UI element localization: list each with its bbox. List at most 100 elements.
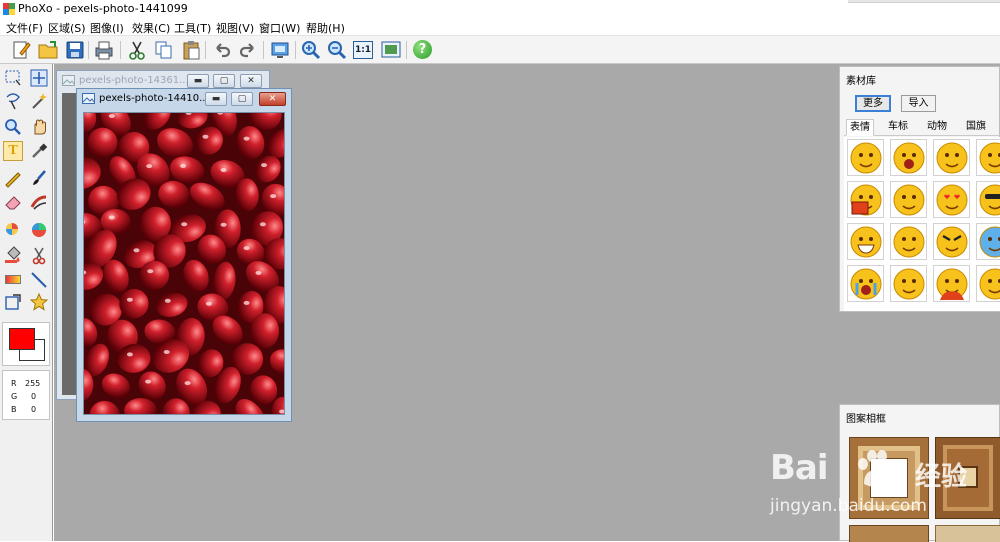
tab-animals[interactable]: 动物 [924, 119, 950, 136]
text-tool-icon[interactable]: T [3, 141, 23, 161]
shape-star-icon[interactable] [29, 292, 49, 312]
emoji-sick-icon[interactable] [976, 139, 1000, 176]
tab-flags[interactable]: 国旗 [963, 119, 989, 136]
lasso-icon[interactable] [3, 91, 23, 111]
main-toolbar: 1:1 ? [0, 36, 1000, 64]
material-library-panel: 素材库 更多 导入 表情 车标 动物 国旗 [839, 66, 1000, 312]
emoji-annoyed-icon[interactable] [890, 265, 927, 302]
emoji-grid [844, 137, 1000, 311]
new-file-icon[interactable] [10, 39, 32, 61]
emoji-fire-icon[interactable] [933, 265, 970, 302]
menu-tools[interactable]: 工具(T) [174, 20, 211, 36]
emoji-tears-icon[interactable] [847, 265, 884, 302]
minimize-button[interactable]: ▬ [205, 92, 227, 106]
emoji-sleepy-icon[interactable] [933, 139, 970, 176]
title-bar: PhoXo - pexels-photo-1441099 [0, 0, 1000, 18]
emoji-grin-icon[interactable] [847, 223, 884, 260]
eyedropper-icon[interactable] [29, 141, 49, 161]
import-button[interactable]: 导入 [901, 95, 936, 112]
undo-icon[interactable] [211, 39, 233, 61]
print-icon[interactable] [93, 39, 115, 61]
zoom-tool-icon[interactable] [3, 117, 23, 137]
save-icon[interactable] [64, 39, 86, 61]
watermark-brand-cn: 经验 [915, 456, 967, 493]
redo-icon[interactable] [237, 39, 259, 61]
maximize-button[interactable]: ▢ [231, 92, 253, 106]
zoom-out-icon[interactable] [326, 39, 348, 61]
tab-emoji[interactable]: 表情 [846, 119, 874, 136]
move-icon[interactable] [29, 68, 49, 88]
menu-window[interactable]: 窗口(W) [259, 20, 300, 36]
clone-stamp-icon[interactable] [3, 220, 23, 240]
actual-size-icon[interactable]: 1:1 [353, 41, 373, 59]
more-button[interactable]: 更多 [855, 95, 891, 112]
emoji-angry-icon[interactable] [933, 223, 970, 260]
rgb-g-label: G [11, 392, 17, 401]
toolbar-separator [295, 41, 296, 59]
color-swatches [2, 322, 50, 366]
menu-view[interactable]: 视图(V) [216, 20, 254, 36]
window-title: pexels-photo-14410... [99, 93, 209, 104]
window-caption[interactable]: pexels-photo-14410... ▬ ▢ ✕ [77, 89, 291, 109]
emoji-confused-icon[interactable] [890, 181, 927, 218]
scissors-icon[interactable] [29, 245, 49, 265]
help-icon[interactable]: ? [413, 40, 432, 59]
minimize-button[interactable]: ▬ [187, 74, 209, 88]
menu-effect[interactable]: 效果(C) [132, 20, 170, 36]
emoji-cold-icon[interactable] [976, 223, 1000, 260]
gradient-icon[interactable] [3, 270, 23, 290]
close-button[interactable]: ✕ [259, 92, 286, 106]
menu-image[interactable]: 图像(I) [90, 20, 124, 36]
pomegranate-photo[interactable] [83, 112, 285, 415]
tab-car-logos[interactable]: 车标 [885, 119, 911, 136]
zoom-in-icon[interactable] [300, 39, 322, 61]
smudge-icon[interactable] [29, 192, 49, 212]
baidu-watermark: Bai 经验 jingyan.baidu.com [770, 448, 1000, 538]
close-button[interactable]: ✕ [240, 74, 262, 88]
line-icon[interactable] [29, 270, 49, 290]
material-tabs: 表情 车标 动物 国旗 [844, 118, 1000, 136]
emoji-shouting-icon[interactable] [890, 139, 927, 176]
window-title: pexels-photo-14361... [79, 75, 189, 86]
panel-title: 图案相框 [846, 410, 886, 425]
watermark-brand: Bai [770, 448, 828, 488]
copy-icon[interactable] [153, 39, 175, 61]
screen-capture-icon[interactable] [269, 39, 291, 61]
transform-icon[interactable] [3, 292, 23, 312]
rgb-r-value: 255 [25, 379, 40, 388]
paste-icon[interactable] [180, 39, 202, 61]
emoji-reading-icon[interactable] [847, 181, 884, 218]
emoji-crying-icon[interactable] [847, 139, 884, 176]
cut-icon[interactable] [126, 39, 148, 61]
menu-region[interactable]: 区域(S) [48, 20, 86, 36]
toolbar-separator [263, 41, 264, 59]
rect-select-icon[interactable] [3, 68, 23, 88]
menu-file[interactable]: 文件(F) [6, 20, 43, 36]
toolbox: T R 255 G 0 B 0 [0, 64, 53, 541]
maximize-button[interactable]: ▢ [213, 74, 235, 88]
eraser-icon[interactable] [3, 192, 23, 212]
emoji-love-icon[interactable] [933, 181, 970, 218]
emoji-cool-icon[interactable] [976, 181, 1000, 218]
paint-bucket-icon[interactable] [3, 245, 23, 265]
image-window-front[interactable]: pexels-photo-14410... ▬ ▢ ✕ [76, 88, 292, 422]
open-folder-icon[interactable] [37, 39, 59, 61]
menu-bar: 文件(F) 区域(S) 图像(I) 效果(C) 工具(T) 视图(V) 窗口(W… [0, 18, 1000, 36]
rgb-r-label: R [11, 379, 17, 388]
image-icon [62, 75, 75, 86]
magic-wand-icon[interactable] [29, 91, 49, 111]
emoji-smirk-icon[interactable] [890, 223, 927, 260]
photo-canvas [84, 113, 285, 415]
watermark-url: jingyan.baidu.com [770, 496, 927, 516]
hand-icon[interactable] [29, 117, 49, 137]
foreground-color-swatch[interactable] [9, 328, 35, 350]
brush-icon[interactable] [29, 168, 49, 188]
color-replace-icon[interactable] [29, 220, 49, 240]
title-bar-edge [848, 0, 1000, 3]
pencil-icon[interactable] [3, 168, 23, 188]
toolbar-separator [120, 41, 121, 59]
emoji-dizzy-icon[interactable] [976, 265, 1000, 302]
toolbar-separator [88, 41, 89, 59]
fit-window-icon[interactable] [380, 39, 402, 61]
menu-help[interactable]: 帮助(H) [306, 20, 345, 36]
